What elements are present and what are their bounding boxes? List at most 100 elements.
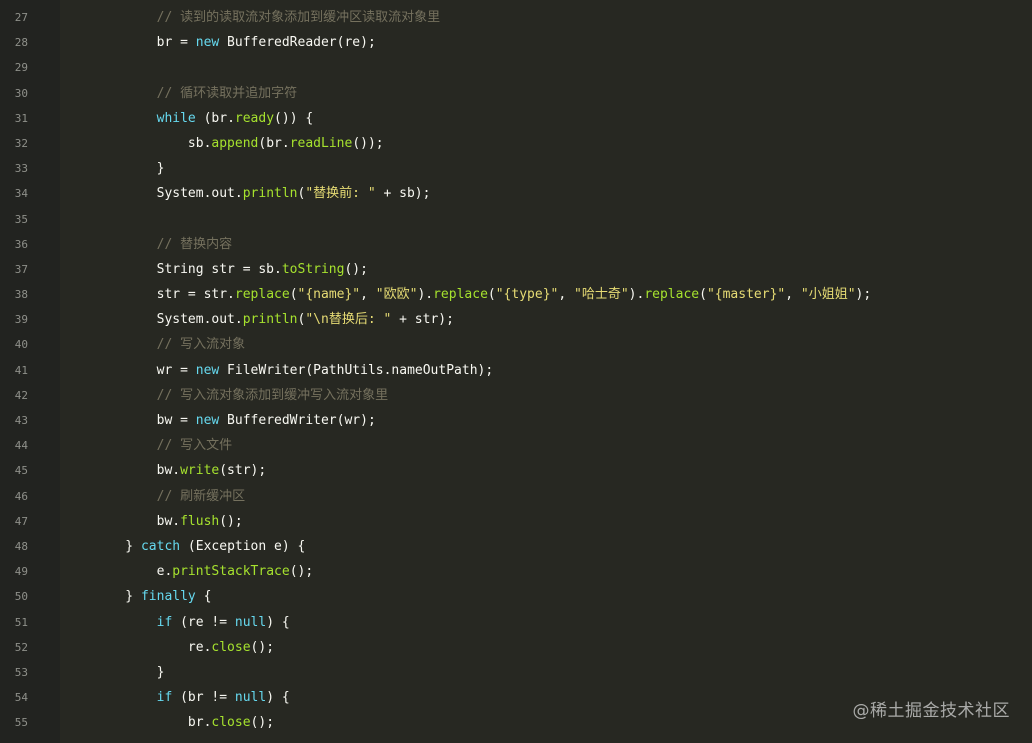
- code-token: (Exception e) {: [180, 538, 306, 554]
- code-token: null: [234, 690, 267, 706]
- code-token: write: [180, 463, 220, 479]
- line-number: 27: [14, 11, 28, 24]
- watermark: @稀土掘金技术社区: [852, 701, 1010, 721]
- code-text: bw.flush();: [94, 509, 243, 534]
- code-line: 40 // 写入流对象: [0, 332, 1032, 357]
- code-token: (: [699, 287, 707, 303]
- code-line: 32 sb.append(br.readLine());: [0, 131, 1032, 156]
- code-token: (: [487, 287, 496, 303]
- code-line: 27 // 读到的读取流对象添加到缓冲区读取流对象里: [0, 5, 1032, 30]
- line-number: 38: [14, 288, 28, 302]
- code-line: 30 // 循环读取并追加字符: [0, 81, 1032, 106]
- code-line: 44 // 写入文件: [0, 433, 1032, 458]
- code-token: );: [855, 287, 872, 303]
- code-text: // 写入流对象: [94, 332, 245, 357]
- line-number: 28: [14, 36, 28, 50]
- code-token: new: [195, 362, 220, 378]
- code-token: (br !=: [172, 690, 235, 706]
- code-token: sb.: [94, 135, 212, 151]
- line-number: 47: [14, 514, 28, 528]
- code-token: bw.: [94, 513, 181, 529]
- code-token: br =: [94, 35, 196, 51]
- code-token: // 写入文件: [94, 438, 233, 454]
- code-line: 52 re.close();: [0, 635, 1032, 660]
- code-token: "{master}": [706, 287, 786, 303]
- line-number: 52: [14, 640, 28, 654]
- code-token: ).: [628, 287, 645, 303]
- code-token: readLine: [289, 135, 353, 151]
- code-token: ();: [250, 715, 275, 731]
- code-token: br.: [94, 715, 212, 731]
- code-text: }: [94, 660, 165, 685]
- code-token: // 刷新缓冲区: [94, 488, 246, 504]
- code-token: new: [195, 35, 220, 51]
- code-text: while (br.ready()) {: [94, 106, 314, 131]
- code-text: // 替换内容: [94, 232, 232, 257]
- code-token: ();: [289, 564, 314, 580]
- code-text: } finally {: [94, 584, 211, 609]
- code-line: 45 bw.write(str);: [0, 458, 1032, 483]
- code-text: String str = sb.toString();: [94, 257, 368, 282]
- code-line: 49 e.printStackTrace();: [0, 559, 1032, 584]
- code-token: ).: [417, 287, 434, 303]
- code-token: BufferedWriter(wr);: [219, 413, 376, 428]
- code-token: (re !=: [172, 614, 235, 630]
- code-token: // 读到的读取流对象添加到缓冲区读取流对象里: [94, 10, 441, 25]
- code-token: // 循环读取并追加字符: [94, 85, 298, 101]
- code-token: ,: [785, 287, 801, 303]
- code-token: bw =: [94, 413, 196, 428]
- code-editor: 27 // 读到的读取流对象添加到缓冲区读取流对象里 28 br = new Bu…: [0, 0, 1032, 743]
- code-text: System.out.println("替换前: " + sb);: [94, 181, 431, 206]
- line-number: 39: [14, 313, 28, 327]
- code-token: System.out.: [94, 312, 243, 328]
- code-token: "欧欧": [375, 287, 418, 303]
- code-token: wr =: [94, 362, 196, 378]
- code-text: // 刷新缓冲区: [94, 484, 245, 509]
- code-token: re.: [94, 639, 212, 655]
- line-number: 30: [14, 86, 28, 100]
- code-line: 31 while (br.ready()) {: [0, 106, 1032, 131]
- code-block: 27 // 读到的读取流对象添加到缓冲区读取流对象里 28 br = new Bu…: [0, 5, 1032, 735]
- line-number: 36: [14, 237, 28, 251]
- code-token: close: [211, 639, 251, 655]
- code-text: // 写入流对象添加到缓冲写入流对象里: [94, 383, 388, 408]
- code-token: }: [94, 161, 165, 177]
- code-token: }: [94, 664, 165, 680]
- code-token: "\n替换后: ": [305, 312, 392, 328]
- line-number: 50: [14, 590, 28, 604]
- code-token: (br.: [195, 110, 235, 126]
- code-token: ();: [219, 513, 243, 529]
- line-number: 45: [14, 464, 28, 478]
- line-number: 31: [14, 111, 28, 125]
- code-token: "小姐姐": [800, 287, 856, 303]
- code-token: catch: [140, 538, 181, 554]
- line-number: 55: [14, 716, 28, 730]
- line-number: 40: [14, 338, 28, 352]
- line-number: 33: [14, 162, 28, 176]
- code-token: BufferedReader(re);: [219, 35, 376, 51]
- code-text: if (re != null) {: [94, 610, 290, 635]
- code-token: bw.: [94, 463, 181, 479]
- code-token: }: [94, 538, 141, 554]
- code-text: br.close();: [94, 710, 274, 735]
- code-text: if (br != null) {: [94, 685, 290, 710]
- code-line: 29: [0, 55, 1032, 80]
- code-token: replace: [433, 287, 488, 303]
- code-token: // 写入流对象添加到缓冲写入流对象里: [94, 387, 389, 403]
- code-token: println: [242, 312, 298, 328]
- code-text: }: [94, 156, 165, 181]
- code-text: // 读到的读取流对象添加到缓冲区读取流对象里: [94, 5, 440, 30]
- code-token: ();: [344, 261, 368, 277]
- code-token: while: [156, 110, 196, 126]
- code-line: 50 } finally {: [0, 584, 1032, 609]
- code-token: ) {: [266, 690, 290, 706]
- code-token: str = str.: [94, 287, 235, 303]
- line-number: 53: [14, 665, 28, 679]
- code-line: 43 bw = new BufferedWriter(wr);: [0, 408, 1032, 433]
- code-token: "{name}": [297, 287, 361, 303]
- line-number: 44: [14, 439, 28, 453]
- code-token: {: [195, 589, 212, 605]
- line-number: 49: [14, 565, 28, 579]
- code-token: }: [94, 589, 141, 605]
